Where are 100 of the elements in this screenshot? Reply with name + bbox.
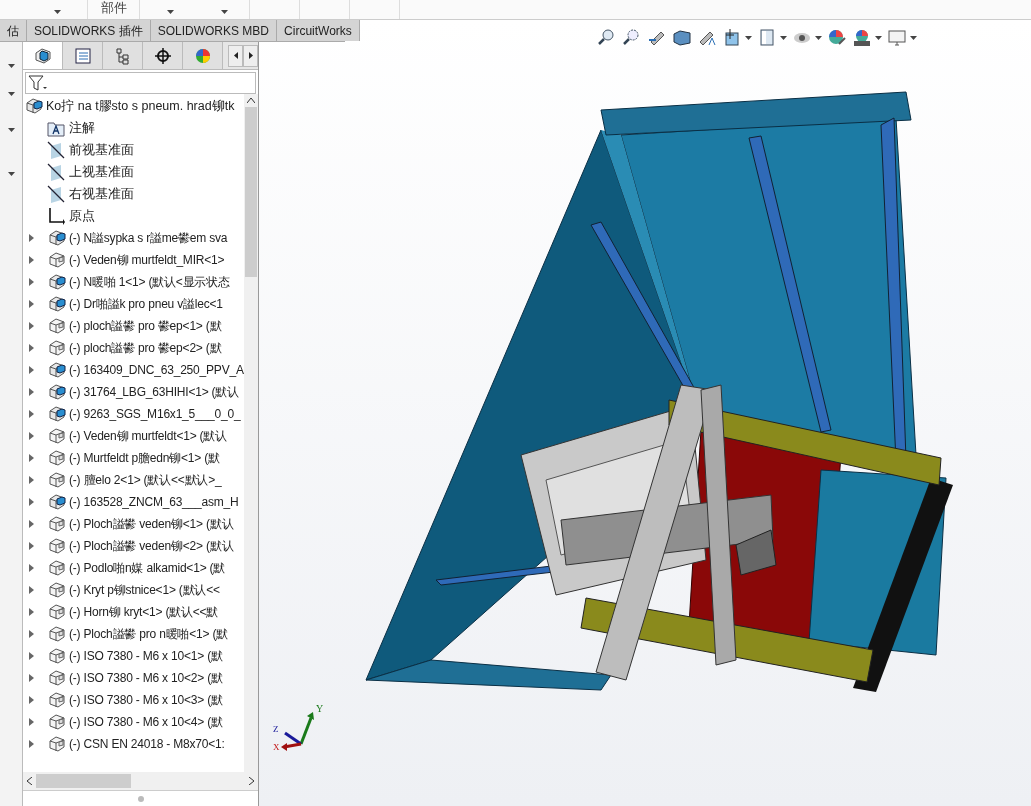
tree-item[interactable]: (-) 163409_DNC_63_250_PPV_A — [69, 361, 244, 379]
part-icon — [48, 625, 66, 643]
filter-icon — [28, 74, 48, 92]
configuration-tab[interactable] — [103, 42, 143, 69]
horizontal-scrollbar[interactable] — [23, 772, 258, 790]
expand-arrow-icon[interactable] — [29, 322, 34, 330]
vertical-scrollbar[interactable] — [244, 94, 258, 772]
dropdown-caret-icon — [54, 10, 61, 14]
tree-item[interactable]: (-) Ploch謚鬰 veden铆<1> (默认 — [69, 515, 234, 533]
filter-field[interactable] — [25, 72, 256, 94]
tree-item[interactable]: (-) 163528_ZNCM_63___asm_H — [69, 493, 239, 511]
dimxpert-tab[interactable] — [143, 42, 183, 69]
tree-item[interactable]: (-) Podlo啪n媒 alkamid<1> (默 — [69, 559, 226, 577]
tree-item[interactable]: 原点 — [69, 206, 95, 226]
assembly-icon — [48, 273, 66, 291]
tree-item[interactable]: 前视基准面 — [69, 140, 134, 160]
right-arrow-icon — [248, 52, 253, 59]
part-icon — [48, 339, 66, 357]
left-arrow-icon — [233, 52, 238, 59]
tree-item[interactable]: (-) ploch謚鬰 pro 鬰ep<2> (默 — [69, 339, 222, 357]
tree-item[interactable]: (-) CSN EN 24018 - M8x70<1: — [69, 735, 225, 753]
tree-item[interactable]: 右视基准面 — [69, 184, 134, 204]
tree-item[interactable]: (-) Veden铆 murtfeldt_MIR<1> — [69, 251, 225, 269]
expand-arrow-icon[interactable] — [29, 278, 34, 286]
dropdown-caret-icon — [8, 64, 15, 68]
assembly-icon — [48, 295, 66, 313]
tree-item[interactable]: (-) 膻elo 2<1> (默认<<默认>_ — [69, 471, 222, 489]
expand-arrow-icon[interactable] — [29, 740, 34, 748]
expand-arrow-icon[interactable] — [29, 586, 34, 594]
tree-item[interactable]: (-) Ploch謚鬰 pro n暖啪<1> (默 — [69, 625, 229, 643]
part-icon — [48, 603, 66, 621]
tree-item[interactable]: (-) Ploch謚鬰 veden铆<2> (默认 — [69, 537, 234, 555]
part-icon — [48, 691, 66, 709]
color-wheel-icon — [193, 46, 212, 65]
feature-tree-tab[interactable] — [23, 42, 63, 69]
expand-arrow-icon[interactable] — [29, 696, 34, 704]
property-tab[interactable] — [63, 42, 103, 69]
expand-arrow-icon[interactable] — [29, 718, 34, 726]
plane-icon — [47, 163, 65, 181]
expand-arrow-icon[interactable] — [29, 432, 34, 440]
scrollbar-thumb[interactable] — [36, 774, 131, 788]
dropdown-caret-icon — [8, 128, 15, 132]
tree-item[interactable]: 注解 — [69, 118, 95, 138]
dropdown-caret-icon — [780, 36, 787, 40]
tree-item[interactable]: (-) Veden铆 murtfeldt<1> (默认 — [69, 427, 227, 445]
resize-handle[interactable] — [137, 795, 144, 802]
tree-item[interactable]: (-) ISO 7380 - M6 x 10<1> (默 — [69, 647, 223, 665]
scroll-left-button[interactable] — [228, 44, 243, 67]
tree-item[interactable]: (-) ISO 7380 - M6 x 10<4> (默 — [69, 713, 223, 731]
tree-item[interactable]: (-) 31764_LBG_63HIHI<1> (默认 — [69, 383, 240, 401]
tree-item[interactable]: 上视基准面 — [69, 162, 134, 182]
tree-item[interactable]: (-) ISO 7380 - M6 x 10<2> (默 — [69, 669, 223, 687]
expand-arrow-icon[interactable] — [29, 564, 34, 572]
display-style-icon[interactable] — [757, 28, 777, 48]
tree-item[interactable]: (-) Horn铆 kryt<1> (默认<<默 — [69, 603, 219, 621]
expand-arrow-icon[interactable] — [29, 410, 34, 418]
plane-icon — [47, 141, 65, 159]
assembly-icon — [48, 229, 66, 247]
expand-arrow-icon[interactable] — [29, 388, 34, 396]
expand-arrow-icon[interactable] — [29, 234, 34, 242]
assembly-icon — [48, 405, 66, 423]
expand-arrow-icon[interactable] — [29, 498, 34, 506]
tree-item[interactable]: (-) Murtfeldt p膽edn铆<1> (默 — [69, 449, 220, 467]
expand-arrow-icon[interactable] — [29, 454, 34, 462]
dropdown-caret-icon — [875, 36, 882, 40]
annotation-folder-icon — [47, 119, 65, 137]
axis-triad-drawing: Y Z X — [273, 703, 324, 752]
crosshair-icon — [153, 46, 172, 65]
tree-item[interactable]: (-) N謚sypka s r謚me鬰em sva — [69, 229, 228, 247]
scrollbar-thumb[interactable] — [245, 107, 257, 277]
expand-arrow-icon[interactable] — [29, 366, 34, 374]
expand-arrow-icon[interactable] — [29, 542, 34, 550]
expand-arrow-icon[interactable] — [29, 608, 34, 616]
scroll-right-button[interactable] — [243, 44, 258, 67]
expand-arrow-icon[interactable] — [29, 652, 34, 660]
scene-icon[interactable] — [852, 28, 872, 48]
expand-arrow-icon[interactable] — [29, 630, 34, 638]
expand-arrow-icon[interactable] — [29, 300, 34, 308]
tree-item[interactable]: (-) 9263_SGS_M16x1_5___0_0_ — [69, 405, 241, 423]
part-icon — [48, 713, 66, 731]
part-icon — [48, 449, 66, 467]
tree-item[interactable]: (-) Dr啪謚k pro pneu v謚lec<1 — [69, 295, 223, 313]
expand-arrow-icon[interactable] — [29, 476, 34, 484]
hopper-assembly-model-drawing[interactable] — [365, 91, 953, 692]
tree-item[interactable]: (-) Kryt p铆stnice<1> (默认<< — [69, 581, 220, 599]
tree-item[interactable]: (-) ISO 7380 - M6 x 10<3> (默 — [69, 691, 223, 709]
dropdown-caret-icon — [221, 10, 228, 14]
display-tab[interactable] — [183, 42, 223, 69]
expand-arrow-icon[interactable] — [29, 344, 34, 352]
list-icon — [73, 46, 92, 65]
expand-arrow-icon[interactable] — [29, 674, 34, 682]
dropdown-caret-icon — [815, 36, 822, 40]
assembly-icon — [48, 361, 66, 379]
dropdown-caret-icon — [8, 92, 15, 96]
expand-arrow-icon[interactable] — [29, 520, 34, 528]
tree-item[interactable]: (-) ploch謚鬰 pro 鬰ep<1> (默 — [69, 317, 222, 335]
tree-item[interactable]: (-) N暖啪 1<1> (默认<显示状态 — [69, 273, 230, 291]
part-icon — [48, 251, 66, 269]
tree-root-label[interactable]: Ko拧 na t膠sto s pneum. hrad铆tk — [46, 96, 235, 116]
expand-arrow-icon[interactable] — [29, 256, 34, 264]
